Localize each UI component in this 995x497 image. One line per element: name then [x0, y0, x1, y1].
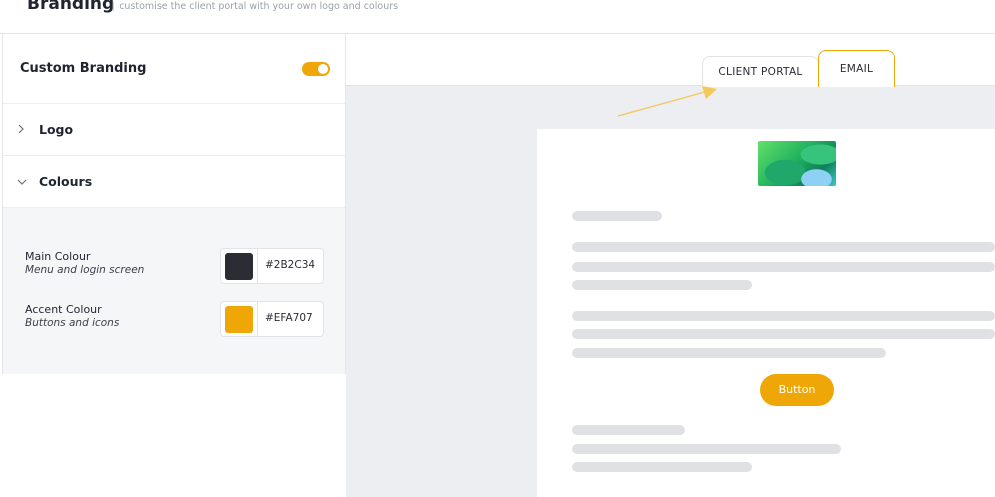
- main-colour-picker[interactable]: #2B2C34: [220, 248, 324, 284]
- preview-area: CLIENT PORTAL EMAIL Button: [346, 34, 995, 497]
- placeholder-line: [572, 462, 752, 472]
- placeholder-line: [572, 329, 995, 339]
- logo-section-header[interactable]: Logo: [3, 104, 345, 156]
- email-preview-button[interactable]: Button: [760, 374, 834, 406]
- placeholder-line: [572, 280, 752, 290]
- swatch-divider: [257, 249, 258, 283]
- main-colour-setting: Main Colour Menu and login screen #2B2C3…: [25, 248, 325, 284]
- toggle-knob: [318, 64, 328, 74]
- accent-colour-setting: Accent Colour Buttons and icons #EFA707: [25, 301, 325, 337]
- placeholder-line: [572, 311, 995, 321]
- page-subtitle: | customise the client portal with your o…: [112, 1, 398, 12]
- tab-email[interactable]: EMAIL: [818, 50, 895, 87]
- custom-branding-label: Custom Branding: [20, 61, 147, 76]
- placeholder-line: [572, 348, 886, 358]
- chevron-down-icon: [17, 176, 27, 189]
- preview-tabbar: CLIENT PORTAL EMAIL: [346, 34, 995, 87]
- colours-section-label: Colours: [39, 174, 93, 189]
- email-preview: Button: [537, 129, 995, 497]
- accent-colour-description: Buttons and icons: [25, 317, 120, 329]
- branding-settings-panel: Custom Branding Logo Colours Main Colour…: [2, 34, 346, 374]
- colours-section-body: Main Colour Menu and login screen #2B2C3…: [3, 208, 345, 374]
- settings-sidebar: Custom Branding Logo Colours Main Colour…: [0, 34, 346, 497]
- main-colour-description: Menu and login screen: [25, 264, 145, 276]
- email-logo-image: [758, 141, 836, 186]
- accent-colour-swatch[interactable]: [225, 306, 253, 333]
- placeholder-line: [572, 425, 685, 435]
- logo-section-label: Logo: [39, 122, 74, 137]
- placeholder-line: [572, 242, 995, 252]
- page-subtitle-text: customise the client portal with your ow…: [119, 1, 399, 12]
- swatch-divider: [257, 302, 258, 336]
- hint-arrow-icon: [617, 86, 717, 117]
- accent-colour-name: Accent Colour: [25, 303, 102, 316]
- custom-branding-row: Custom Branding: [3, 34, 345, 104]
- accent-colour-hex[interactable]: #EFA707: [265, 312, 313, 324]
- main-colour-swatch[interactable]: [225, 253, 253, 280]
- main-colour-name: Main Colour: [25, 250, 91, 263]
- placeholder-line: [572, 262, 995, 272]
- custom-branding-toggle[interactable]: [302, 62, 330, 76]
- accent-colour-picker[interactable]: #EFA707: [220, 301, 324, 337]
- main-colour-hex[interactable]: #2B2C34: [265, 259, 315, 271]
- title-separator: |: [112, 1, 116, 12]
- placeholder-line: [572, 444, 841, 454]
- placeholder-heading: [572, 211, 662, 221]
- page-header: Branding | customise the client portal wi…: [0, 0, 995, 34]
- page-title: Branding: [27, 0, 115, 14]
- chevron-right-icon: [17, 124, 25, 137]
- colours-section-header[interactable]: Colours: [3, 156, 345, 208]
